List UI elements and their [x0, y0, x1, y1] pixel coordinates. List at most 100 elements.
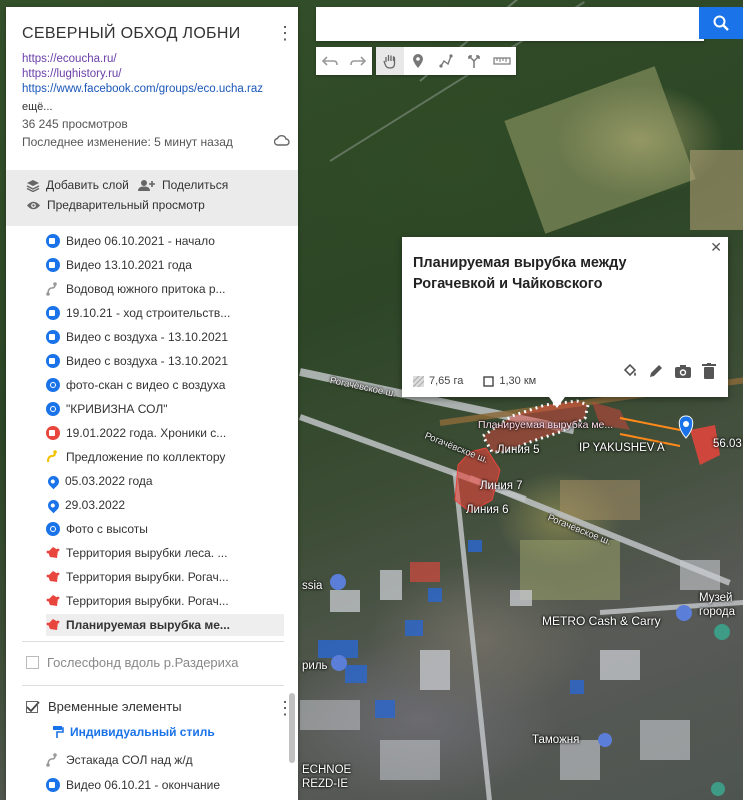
add-person-icon [138, 179, 155, 191]
area-icon [413, 375, 424, 387]
list-item-label: Предложение по коллектору [66, 450, 226, 464]
list-item-label: фото-скан с видео с воздуха [66, 378, 226, 392]
list-item[interactable]: фото-скан с видео с воздуха [46, 374, 225, 396]
measure-button[interactable] [488, 47, 516, 75]
add-layer-button[interactable]: Добавить слой [26, 178, 129, 192]
undo-button[interactable] [316, 47, 344, 75]
directions-button[interactable] [460, 47, 488, 75]
layer-gosles[interactable]: Гослесфонд вдоль р.Раздериха [26, 655, 239, 670]
video-icon [46, 306, 60, 320]
checkbox-checked-icon[interactable] [26, 700, 40, 713]
polygon-icon [46, 594, 60, 608]
individual-style-link[interactable]: Индивидуальный стиль [52, 725, 215, 739]
video-icon [46, 426, 60, 440]
close-icon[interactable]: ✕ [710, 239, 722, 256]
list-item[interactable]: 19.10.21 - ход строительств... [46, 302, 230, 324]
polygon-icon [46, 546, 60, 560]
eye-icon [27, 201, 40, 209]
map-label-rezd: REZD-IE [302, 778, 348, 790]
list-item[interactable]: Территория вырубки. Рогач... [46, 590, 229, 612]
trash-icon[interactable] [702, 363, 716, 379]
list-item[interactable]: Видео 06.10.2021 - начало [46, 230, 215, 252]
info-perimeter: 1,30 км [499, 375, 537, 387]
layer-temporary[interactable]: Временные элементы [26, 699, 182, 714]
list-item-label: Эстакада СОЛ над ж/д [66, 753, 193, 767]
list-item[interactable]: Водовод южного притока р... [46, 278, 226, 300]
map-title: СЕВЕРНЫЙ ОБХОД ЛОБНИ [22, 25, 241, 42]
link-facebook[interactable]: https://www.facebook.com/groups/eco.ucha… [22, 82, 284, 97]
divider [22, 641, 284, 642]
directions-icon [468, 55, 480, 68]
search-input[interactable] [316, 7, 704, 41]
list-item[interactable]: Видео с воздуха - 13.10.2021 [46, 350, 228, 372]
list-item[interactable]: Фото с высоты [46, 518, 148, 540]
paint-bucket-icon[interactable] [622, 363, 638, 379]
list-item[interactable]: Планируемая вырубка ме... [46, 614, 284, 636]
pin-icon [45, 497, 62, 513]
view-count: 36 245 просмотров [22, 117, 128, 131]
list-item-label: Планируемая вырубка ме... [66, 618, 230, 632]
share-button[interactable]: Поделиться [138, 178, 228, 192]
more-options-icon[interactable]: ⋮ [276, 24, 294, 42]
info-title: Планируемая вырубка между Рогачевкой и Ч… [413, 255, 627, 292]
camera-icon[interactable] [674, 363, 692, 379]
ruler-icon [493, 57, 511, 65]
line-icon [46, 450, 60, 464]
list-item-label: Фото с высоты [66, 522, 148, 536]
poi-marker [330, 574, 346, 590]
poi-marker [676, 605, 692, 621]
camera-icon [46, 378, 60, 392]
list-item[interactable]: Видео 13.10.2021 года [46, 254, 192, 276]
list-item[interactable]: "КРИВИЗНА СОЛ" [46, 398, 168, 420]
link-lughistory[interactable]: https://lughistory.ru/ [22, 67, 284, 82]
action-bar: Добавить слой Поделиться Предварительный… [6, 170, 298, 226]
info-tools [622, 363, 716, 379]
list-item[interactable]: Видео с воздуха - 13.10.2021 [46, 326, 228, 348]
list-item[interactable]: Эстакада СОЛ над ж/д [46, 749, 193, 771]
list-item-label: Территория вырубки леса. ... [66, 546, 228, 560]
list-item-label: 19.01.2022 года. Хроники с... [66, 426, 227, 440]
pin-icon [45, 473, 62, 489]
poi-marker [714, 624, 730, 640]
redo-icon [350, 56, 366, 66]
list-item[interactable]: Предложение по коллектору [46, 446, 225, 468]
link-ecoucha[interactable]: https://ecoucha.ru/ [22, 52, 284, 67]
scrollbar[interactable] [289, 693, 295, 763]
video-icon [46, 778, 60, 792]
preview-button[interactable]: Предварительный просмотр [26, 198, 205, 212]
list-item-label: 29.03.2022 [65, 498, 126, 512]
video-icon [46, 258, 60, 272]
redo-button[interactable] [344, 47, 372, 75]
list-item[interactable]: 05.03.2022 года [45, 470, 153, 492]
pan-tool-button[interactable] [376, 47, 404, 75]
list-item[interactable]: Видео 06.10.21 - окончание [46, 774, 220, 796]
list-item-label: Водовод южного притока р... [66, 282, 226, 296]
polygon-icon [46, 570, 60, 584]
list-item[interactable]: 19.01.2022 года. Хроники с... [46, 422, 226, 444]
list-item-label: 05.03.2022 года [65, 474, 153, 488]
layer-checkbox[interactable] [26, 656, 39, 669]
search-button[interactable] [699, 7, 743, 39]
edit-icon[interactable] [648, 363, 664, 379]
list-item[interactable]: Территория вырубки леса. ... [46, 542, 227, 564]
individual-style-label: Индивидуальный стиль [70, 725, 215, 739]
description-links: https://ecoucha.ru/ https://lughistory.r… [22, 52, 284, 115]
map-label-number: 56.03 [713, 438, 742, 450]
divider [22, 685, 284, 686]
list-item-label: Видео 06.10.2021 - начало [66, 234, 215, 248]
search-icon [713, 15, 729, 31]
line-icon [46, 282, 60, 296]
list-item-label: "КРИВИЗНА СОЛ" [66, 402, 168, 416]
map-toolbar [316, 47, 516, 75]
map-legend-panel: СЕВЕРНЫЙ ОБХОД ЛОБНИ ⋮ https://ecoucha.r… [6, 7, 298, 800]
map-label-technoe: ECHNOE [302, 764, 352, 776]
more-link[interactable]: ещё... [22, 101, 52, 113]
draw-line-button[interactable] [432, 47, 460, 75]
add-marker-button[interactable] [404, 47, 432, 75]
map-label-museum-2: города [699, 606, 735, 618]
list-item-label: Территория вырубки. Рогач... [66, 594, 229, 608]
poi-marker [598, 733, 612, 747]
list-item[interactable]: Территория вырубки. Рогач... [46, 566, 229, 588]
list-item[interactable]: 29.03.2022 [45, 494, 126, 516]
line-icon [46, 753, 60, 767]
